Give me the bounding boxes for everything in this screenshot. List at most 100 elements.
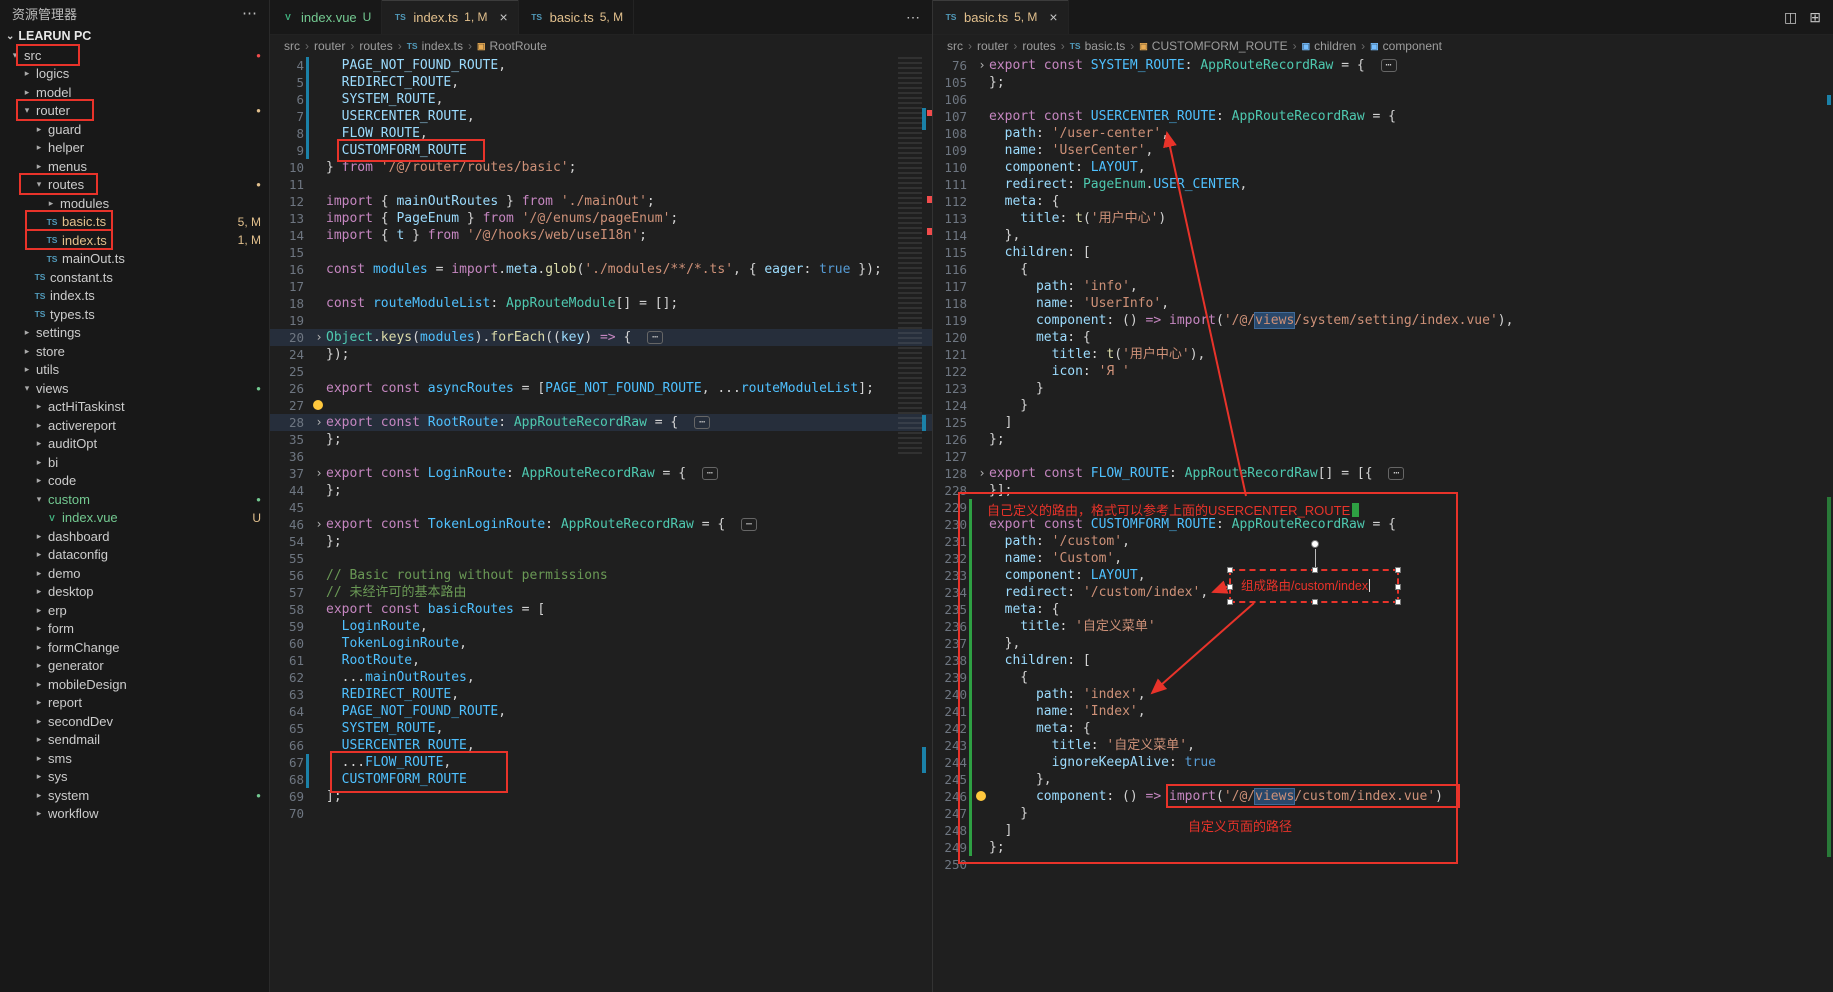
code-line-107[interactable]: 107export const USERCENTER_ROUTE: AppRou… (933, 108, 1833, 125)
tab-basic.ts[interactable]: TSbasic.ts5, M (519, 0, 634, 34)
code-line-70[interactable]: 70 (270, 805, 932, 822)
code-line-244[interactable]: 244 ignoreKeepAlive: true (933, 754, 1833, 771)
tree-item-demo[interactable]: ▸demo (0, 564, 269, 583)
tree-item-types.ts[interactable]: TStypes.ts (0, 305, 269, 324)
code-line-248[interactable]: 248 ] (933, 822, 1833, 839)
tree-item-index.vue[interactable]: Vindex.vueU (0, 509, 269, 528)
tree-item-mobileDesign[interactable]: ▸mobileDesign (0, 675, 269, 694)
code-line-8[interactable]: 8 FLOW_ROUTE, (270, 125, 932, 142)
code-line-76[interactable]: 76›export const SYSTEM_ROUTE: AppRouteRe… (933, 57, 1833, 74)
code-line-250[interactable]: 250 (933, 856, 1833, 873)
code-line-26[interactable]: 26export const asyncRoutes = [PAGE_NOT_F… (270, 380, 932, 397)
tree-item-generator[interactable]: ▸generator (0, 657, 269, 676)
code-line-58[interactable]: 58export const basicRoutes = [ (270, 601, 932, 618)
code-line-55[interactable]: 55 (270, 550, 932, 567)
code-line-127[interactable]: 127 (933, 448, 1833, 465)
code-line-66[interactable]: 66 USERCENTER_ROUTE, (270, 737, 932, 754)
tree-item-router[interactable]: ▾router● (0, 102, 269, 121)
breadcrumb-RootRoute[interactable]: ▣RootRoute (477, 39, 547, 53)
code-line-61[interactable]: 61 RootRoute, (270, 652, 932, 669)
tree-item-report[interactable]: ▸report (0, 694, 269, 713)
code-line-110[interactable]: 110 component: LAYOUT, (933, 159, 1833, 176)
code-line-7[interactable]: 7 USERCENTER_ROUTE, (270, 108, 932, 125)
code-line-126[interactable]: 126}; (933, 431, 1833, 448)
code-line-60[interactable]: 60 TokenLoginRoute, (270, 635, 932, 652)
code-line-117[interactable]: 117 path: 'info', (933, 278, 1833, 295)
code-line-115[interactable]: 115 children: [ (933, 244, 1833, 261)
fold-chevron-icon[interactable]: › (312, 414, 326, 431)
tree-item-settings[interactable]: ▸settings (0, 324, 269, 343)
tree-item-logics[interactable]: ▸logics (0, 65, 269, 84)
breadcrumb-CUSTOMFORM_ROUTE[interactable]: ▣CUSTOMFORM_ROUTE (1139, 39, 1287, 53)
code-line-109[interactable]: 109 name: 'UserCenter', (933, 142, 1833, 159)
code-line-56[interactable]: 56// Basic routing without permissions (270, 567, 932, 584)
tree-item-menus[interactable]: ▸menus (0, 157, 269, 176)
breadcrumb-children[interactable]: ▣children (1302, 39, 1357, 53)
tree-item-bi[interactable]: ▸bi (0, 453, 269, 472)
split-editor-icon[interactable]: ◫ (1784, 9, 1797, 26)
tree-item-routes[interactable]: ▾routes● (0, 176, 269, 195)
tree-item-secondDev[interactable]: ▸secondDev (0, 712, 269, 731)
breadcrumb-component[interactable]: ▣component (1370, 39, 1442, 53)
code-line-108[interactable]: 108 path: '/user-center', (933, 125, 1833, 142)
code-line-64[interactable]: 64 PAGE_NOT_FOUND_ROUTE, (270, 703, 932, 720)
tree-item-formChange[interactable]: ▸formChange (0, 638, 269, 657)
more-actions-icon[interactable]: ⋯ (906, 9, 920, 26)
code-line-229[interactable]: 229 (933, 499, 1833, 516)
breadcrumb-router[interactable]: router (977, 39, 1008, 53)
tree-item-store[interactable]: ▸store (0, 342, 269, 361)
code-line-45[interactable]: 45 (270, 499, 932, 516)
code-line-62[interactable]: 62 ...mainOutRoutes, (270, 669, 932, 686)
code-line-247[interactable]: 247 } (933, 805, 1833, 822)
code-line-9[interactable]: 9 CUSTOMFORM_ROUTE (270, 142, 932, 159)
code-line-25[interactable]: 25 (270, 363, 932, 380)
code-line-69[interactable]: 69]; (270, 788, 932, 805)
code-line-124[interactable]: 124 } (933, 397, 1833, 414)
code-line-242[interactable]: 242 meta: { (933, 720, 1833, 737)
code-line-236[interactable]: 236 title: '自定义菜单' (933, 618, 1833, 635)
tree-item-sms[interactable]: ▸sms (0, 749, 269, 768)
code-line-4[interactable]: 4 PAGE_NOT_FOUND_ROUTE, (270, 57, 932, 74)
tree-item-desktop[interactable]: ▸desktop (0, 583, 269, 602)
tree-item-custom[interactable]: ▾custom● (0, 490, 269, 509)
fold-chevron-icon[interactable]: › (312, 465, 326, 482)
editor-layout-icon[interactable]: ⊞ (1809, 9, 1821, 26)
minimap[interactable] (898, 57, 922, 457)
code-line-231[interactable]: 231 path: '/custom', (933, 533, 1833, 550)
code-line-68[interactable]: 68 CUSTOMFORM_ROUTE (270, 771, 932, 788)
code-line-6[interactable]: 6 SYSTEM_ROUTE, (270, 91, 932, 108)
code-line-228[interactable]: 228}]; (933, 482, 1833, 499)
code-editor-basic-ts[interactable]: 76›export const SYSTEM_ROUTE: AppRouteRe… (933, 57, 1833, 992)
tree-item-system[interactable]: ▸system● (0, 786, 269, 805)
breadcrumb-router[interactable]: router (314, 39, 345, 53)
code-line-241[interactable]: 241 name: 'Index', (933, 703, 1833, 720)
tree-item-constant.ts[interactable]: TSconstant.ts (0, 268, 269, 287)
code-line-28[interactable]: 28›export const RootRoute: AppRouteRecor… (270, 414, 932, 431)
breadcrumb-src[interactable]: src (947, 39, 963, 53)
code-line-14[interactable]: 14import { t } from '/@/hooks/web/useI18… (270, 227, 932, 244)
lightbulb-icon[interactable] (976, 791, 986, 801)
tree-item-src[interactable]: ▾src● (0, 46, 269, 65)
code-line-240[interactable]: 240 path: 'index', (933, 686, 1833, 703)
project-section-header[interactable]: ⌄ LEARUN PC (0, 26, 269, 46)
code-line-36[interactable]: 36 (270, 448, 932, 465)
tree-item-model[interactable]: ▸model (0, 83, 269, 102)
code-line-105[interactable]: 105}; (933, 74, 1833, 91)
code-line-5[interactable]: 5 REDIRECT_ROUTE, (270, 74, 932, 91)
code-line-11[interactable]: 11 (270, 176, 932, 193)
code-line-13[interactable]: 13import { PageEnum } from '/@/enums/pag… (270, 210, 932, 227)
close-icon[interactable]: × (1049, 9, 1057, 25)
code-line-249[interactable]: 249}; (933, 839, 1833, 856)
tab-index.vue[interactable]: Vindex.vueU (270, 0, 382, 34)
code-line-16[interactable]: 16const modules = import.meta.glob('./mo… (270, 261, 932, 278)
code-line-239[interactable]: 239 { (933, 669, 1833, 686)
code-line-230[interactable]: 230export const CUSTOMFORM_ROUTE: AppRou… (933, 516, 1833, 533)
code-line-20[interactable]: 20›Object.keys(modules).forEach((key) =>… (270, 329, 932, 346)
code-line-119[interactable]: 119 component: () => import('/@/views/sy… (933, 312, 1833, 329)
tree-item-utils[interactable]: ▸utils (0, 361, 269, 380)
code-line-27[interactable]: 27 (270, 397, 932, 414)
code-line-19[interactable]: 19 (270, 312, 932, 329)
tree-item-activereport[interactable]: ▸activereport (0, 416, 269, 435)
code-line-17[interactable]: 17 (270, 278, 932, 295)
code-line-59[interactable]: 59 LoginRoute, (270, 618, 932, 635)
